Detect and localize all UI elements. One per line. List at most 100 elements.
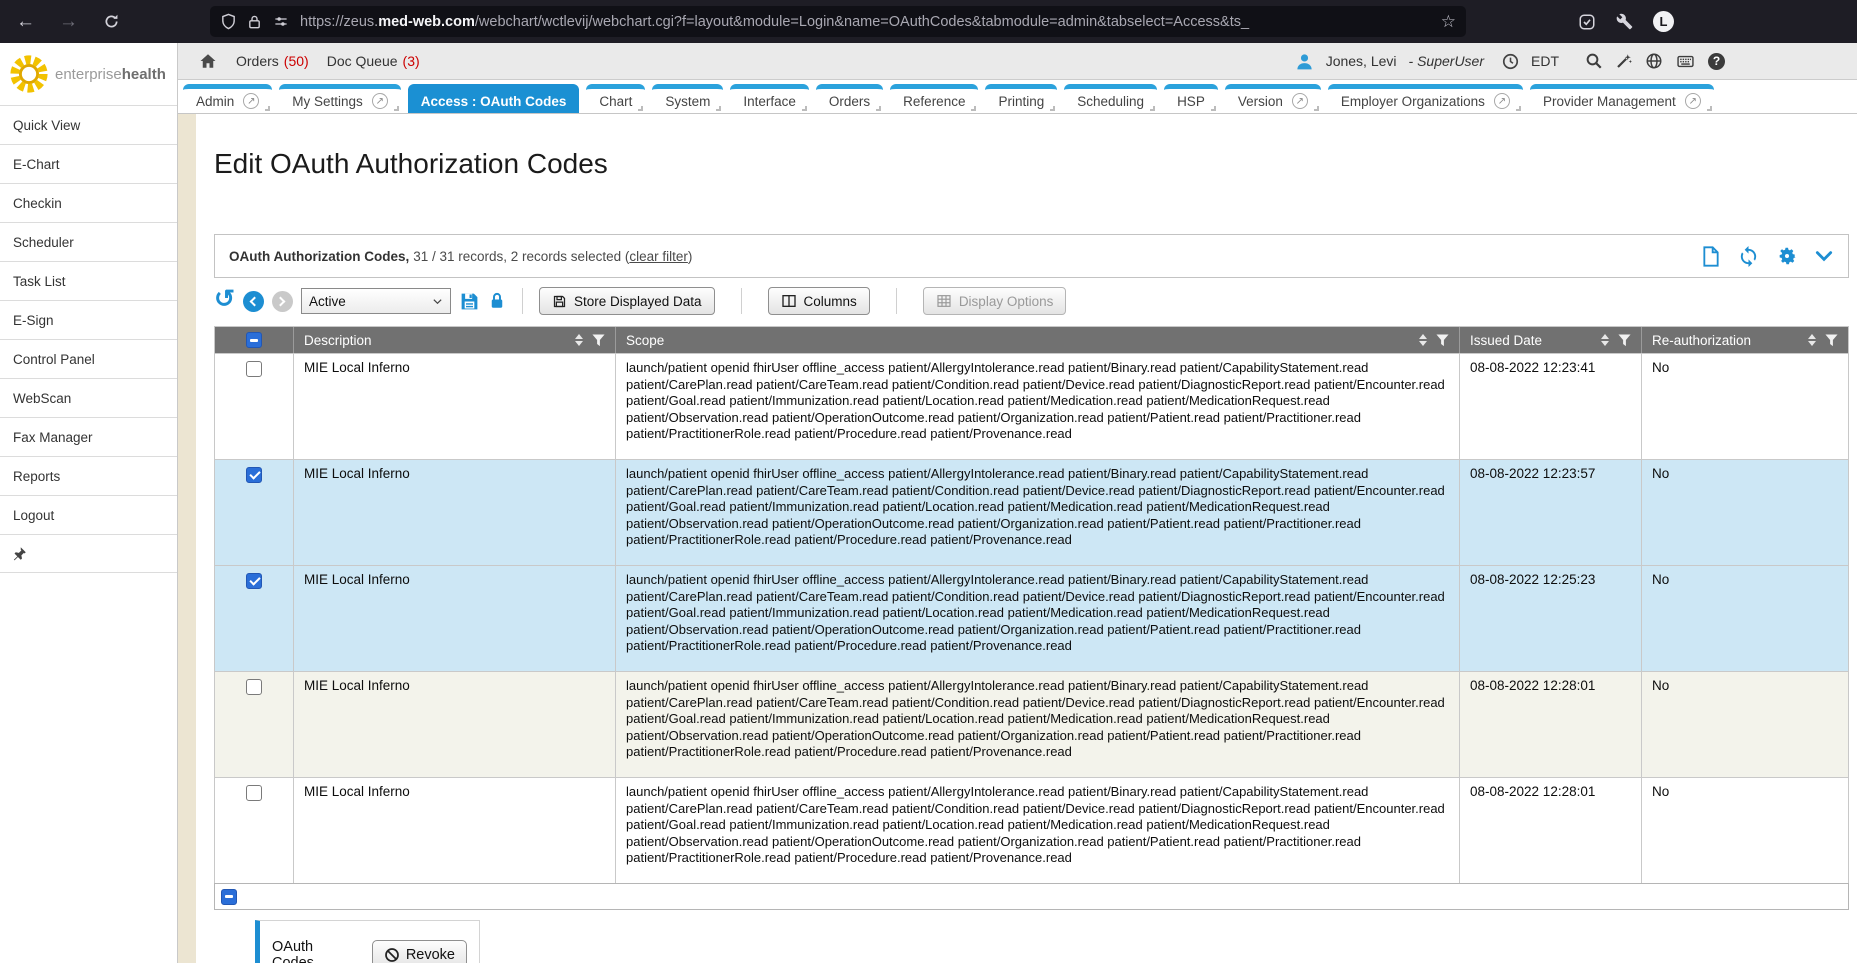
help-icon[interactable]: ? bbox=[1708, 53, 1725, 70]
globe-icon[interactable] bbox=[1645, 52, 1663, 70]
sidebar-item-logout[interactable]: Logout bbox=[0, 496, 177, 535]
browser-reload-icon[interactable] bbox=[102, 12, 121, 31]
tab-orders[interactable]: Orders bbox=[816, 84, 883, 113]
sort-icon[interactable] bbox=[575, 334, 583, 346]
main-content: Edit OAuth Authorization Codes OAuth Aut… bbox=[196, 114, 1857, 963]
row-checkbox[interactable] bbox=[246, 361, 262, 377]
tab-scheduling[interactable]: Scheduling bbox=[1064, 84, 1157, 113]
sidebar-item-control-panel[interactable]: Control Panel bbox=[0, 340, 177, 379]
tab-my-settings[interactable]: My Settings↗ bbox=[279, 84, 401, 113]
pocket-badge-icon[interactable] bbox=[1578, 13, 1596, 31]
store-displayed-data-button[interactable]: Store Displayed Data bbox=[539, 287, 715, 315]
column-header-issued-date[interactable]: Issued Date bbox=[1459, 327, 1641, 353]
sidebar-item-reports[interactable]: Reports bbox=[0, 457, 177, 496]
tab-access-oauth-codes[interactable]: Access : OAuth Codes bbox=[408, 84, 580, 113]
sidebar-item-scheduler[interactable]: Scheduler bbox=[0, 223, 177, 262]
keyboard-icon[interactable] bbox=[1675, 53, 1696, 70]
select-all-checkbox[interactable] bbox=[246, 332, 262, 348]
tab-provider-management[interactable]: Provider Management↗ bbox=[1530, 84, 1714, 113]
sidebar-item-checkin[interactable]: Checkin bbox=[0, 184, 177, 223]
tab-chart[interactable]: Chart bbox=[586, 84, 645, 113]
row-checkbox[interactable] bbox=[246, 573, 262, 589]
tab-version[interactable]: Version↗ bbox=[1225, 84, 1321, 113]
table-toolbar: ↺ Active Store Displayed Data bbox=[214, 286, 1066, 316]
orders-link[interactable]: Orders(50) bbox=[236, 53, 309, 69]
column-header-description[interactable]: Description bbox=[293, 327, 615, 353]
lock-icon[interactable] bbox=[247, 14, 262, 30]
browser-profile-avatar[interactable]: L bbox=[1653, 11, 1674, 32]
table-row[interactable]: MIE Local Inferno launch/patient openid … bbox=[215, 777, 1848, 883]
table-row[interactable]: MIE Local Inferno launch/patient openid … bbox=[215, 565, 1848, 671]
row-checkbox[interactable] bbox=[246, 467, 262, 483]
revoke-button[interactable]: Revoke bbox=[372, 940, 467, 963]
browser-back-icon[interactable]: ← bbox=[16, 12, 35, 31]
tab-hsp[interactable]: HSP bbox=[1164, 84, 1218, 113]
filter-funnel-icon[interactable] bbox=[592, 334, 605, 347]
refresh-icon[interactable] bbox=[1737, 245, 1760, 268]
user-name[interactable]: Jones, Levi bbox=[1326, 53, 1397, 69]
filter-funnel-icon[interactable] bbox=[1436, 334, 1449, 347]
clear-filter-link[interactable]: clear filter bbox=[629, 249, 688, 264]
sidebar-item-fax-manager[interactable]: Fax Manager bbox=[0, 418, 177, 457]
table-header-row: Description Scope Issued Date Re-authori… bbox=[215, 327, 1848, 353]
filter-funnel-icon[interactable] bbox=[1618, 334, 1631, 347]
footer-select-all-checkbox[interactable] bbox=[221, 889, 237, 905]
scope-cell: launch/patient openid fhirUser offline_a… bbox=[615, 460, 1459, 565]
next-page-icon[interactable] bbox=[272, 291, 293, 312]
tab-admin[interactable]: Admin↗ bbox=[183, 84, 272, 113]
tab-interface[interactable]: Interface bbox=[730, 84, 809, 113]
bookmark-star-icon[interactable]: ☆ bbox=[1441, 12, 1456, 32]
tab-employer-organizations[interactable]: Employer Organizations↗ bbox=[1328, 84, 1523, 113]
display-options-button[interactable]: Display Options bbox=[923, 287, 1067, 315]
column-header-reauthorization[interactable]: Re-authorization bbox=[1641, 327, 1848, 353]
doc-queue-link[interactable]: Doc Queue(3) bbox=[327, 53, 420, 69]
gear-icon[interactable] bbox=[1776, 245, 1798, 267]
sunflower-logo-icon bbox=[8, 53, 50, 95]
undo-icon[interactable]: ↺ bbox=[214, 287, 235, 312]
save-filter-icon[interactable] bbox=[459, 291, 480, 312]
row-checkbox[interactable] bbox=[246, 785, 262, 801]
prev-page-icon[interactable] bbox=[243, 291, 264, 312]
tab-reference[interactable]: Reference bbox=[890, 84, 978, 113]
columns-button[interactable]: Columns bbox=[768, 287, 870, 315]
sidebar-item-quick-view[interactable]: Quick View bbox=[0, 106, 177, 145]
home-icon[interactable] bbox=[198, 52, 218, 70]
filter-funnel-icon[interactable] bbox=[1825, 334, 1838, 347]
url-bar[interactable]: https://zeus.med-web.com/webchart/wctlev… bbox=[210, 6, 1466, 37]
reauthorization-cell: No bbox=[1641, 778, 1848, 883]
reauthorization-cell: No bbox=[1641, 354, 1848, 459]
sort-icon[interactable] bbox=[1601, 334, 1609, 346]
doc-queue-count-badge: (3) bbox=[403, 53, 420, 69]
table-row[interactable]: MIE Local Inferno launch/patient openid … bbox=[215, 353, 1848, 459]
sidebar-item-e-sign[interactable]: E-Sign bbox=[0, 301, 177, 340]
sidebar-item-e-chart[interactable]: E-Chart bbox=[0, 145, 177, 184]
permissions-icon[interactable] bbox=[272, 14, 290, 29]
lock-filter-icon[interactable] bbox=[488, 291, 506, 311]
shield-icon[interactable] bbox=[220, 13, 237, 30]
column-header-scope[interactable]: Scope bbox=[615, 327, 1459, 353]
new-document-icon[interactable] bbox=[1701, 245, 1721, 268]
description-cell: MIE Local Inferno bbox=[293, 354, 615, 459]
search-icon[interactable] bbox=[1585, 52, 1603, 70]
table-row[interactable]: MIE Local Inferno launch/patient openid … bbox=[215, 671, 1848, 777]
reauthorization-cell: No bbox=[1641, 460, 1848, 565]
status-filter-select[interactable]: Active bbox=[301, 288, 451, 314]
tab-printing[interactable]: Printing bbox=[985, 84, 1057, 113]
sidebar-item-task-list[interactable]: Task List bbox=[0, 262, 177, 301]
description-cell: MIE Local Inferno bbox=[293, 778, 615, 883]
logo-text: enterprisehealth bbox=[55, 66, 166, 83]
sort-icon[interactable] bbox=[1808, 334, 1816, 346]
browser-forward-icon[interactable]: → bbox=[59, 12, 78, 31]
magic-wand-icon[interactable] bbox=[1615, 52, 1633, 70]
pin-icon[interactable] bbox=[12, 546, 27, 561]
row-checkbox[interactable] bbox=[246, 679, 262, 695]
tools-wrench-icon[interactable] bbox=[1616, 13, 1633, 30]
chevron-down-icon bbox=[432, 296, 443, 307]
sidebar-item-webscan[interactable]: WebScan bbox=[0, 379, 177, 418]
content-left-strip bbox=[178, 114, 196, 963]
sort-icon[interactable] bbox=[1419, 334, 1427, 346]
collapse-chevron-icon[interactable] bbox=[1814, 246, 1834, 266]
tab-system[interactable]: System bbox=[652, 84, 723, 113]
issued-date-cell: 08-08-2022 12:28:01 bbox=[1459, 778, 1641, 883]
table-row[interactable]: MIE Local Inferno launch/patient openid … bbox=[215, 459, 1848, 565]
